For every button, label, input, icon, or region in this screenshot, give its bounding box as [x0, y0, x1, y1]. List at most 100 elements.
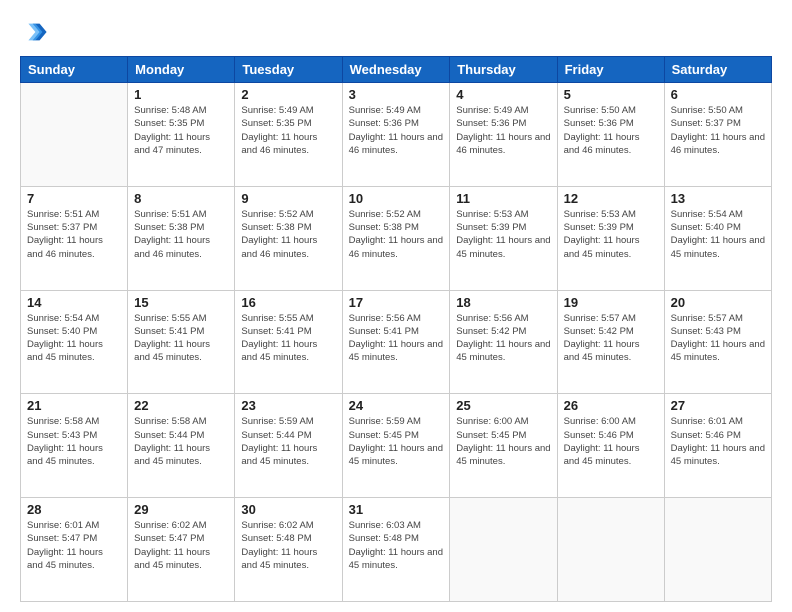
calendar-cell: 5 Sunrise: 5:50 AMSunset: 5:36 PMDayligh…	[557, 83, 664, 187]
day-number: 27	[671, 398, 765, 413]
calendar-cell: 24 Sunrise: 5:59 AMSunset: 5:45 PMDaylig…	[342, 394, 450, 498]
calendar-table: SundayMondayTuesdayWednesdayThursdayFrid…	[20, 56, 772, 602]
logo	[20, 18, 52, 46]
logo-icon	[20, 18, 48, 46]
calendar-cell	[21, 83, 128, 187]
day-number: 6	[671, 87, 765, 102]
day-number: 12	[564, 191, 658, 206]
calendar-cell: 10 Sunrise: 5:52 AMSunset: 5:38 PMDaylig…	[342, 186, 450, 290]
calendar-cell: 15 Sunrise: 5:55 AMSunset: 5:41 PMDaylig…	[128, 290, 235, 394]
calendar-cell	[450, 498, 557, 602]
col-header-monday: Monday	[128, 57, 235, 83]
day-number: 26	[564, 398, 658, 413]
calendar-week-5: 28 Sunrise: 6:01 AMSunset: 5:47 PMDaylig…	[21, 498, 772, 602]
calendar-cell: 26 Sunrise: 6:00 AMSunset: 5:46 PMDaylig…	[557, 394, 664, 498]
day-detail: Sunrise: 5:57 AMSunset: 5:42 PMDaylight:…	[564, 313, 640, 364]
calendar-cell: 7 Sunrise: 5:51 AMSunset: 5:37 PMDayligh…	[21, 186, 128, 290]
day-number: 5	[564, 87, 658, 102]
day-detail: Sunrise: 6:00 AMSunset: 5:45 PMDaylight:…	[456, 416, 550, 467]
col-header-wednesday: Wednesday	[342, 57, 450, 83]
calendar-cell: 21 Sunrise: 5:58 AMSunset: 5:43 PMDaylig…	[21, 394, 128, 498]
col-header-sunday: Sunday	[21, 57, 128, 83]
calendar-cell: 31 Sunrise: 6:03 AMSunset: 5:48 PMDaylig…	[342, 498, 450, 602]
calendar-cell: 23 Sunrise: 5:59 AMSunset: 5:44 PMDaylig…	[235, 394, 342, 498]
day-detail: Sunrise: 5:54 AMSunset: 5:40 PMDaylight:…	[27, 313, 103, 364]
calendar-week-3: 14 Sunrise: 5:54 AMSunset: 5:40 PMDaylig…	[21, 290, 772, 394]
day-number: 25	[456, 398, 550, 413]
day-number: 1	[134, 87, 228, 102]
day-detail: Sunrise: 5:48 AMSunset: 5:35 PMDaylight:…	[134, 105, 210, 156]
day-number: 17	[349, 295, 444, 310]
calendar-cell: 17 Sunrise: 5:56 AMSunset: 5:41 PMDaylig…	[342, 290, 450, 394]
calendar-week-2: 7 Sunrise: 5:51 AMSunset: 5:37 PMDayligh…	[21, 186, 772, 290]
day-detail: Sunrise: 5:56 AMSunset: 5:41 PMDaylight:…	[349, 313, 443, 364]
day-number: 10	[349, 191, 444, 206]
day-detail: Sunrise: 6:03 AMSunset: 5:48 PMDaylight:…	[349, 520, 443, 571]
day-detail: Sunrise: 5:52 AMSunset: 5:38 PMDaylight:…	[241, 209, 317, 260]
day-number: 30	[241, 502, 335, 517]
day-detail: Sunrise: 5:56 AMSunset: 5:42 PMDaylight:…	[456, 313, 550, 364]
col-header-thursday: Thursday	[450, 57, 557, 83]
day-detail: Sunrise: 6:00 AMSunset: 5:46 PMDaylight:…	[564, 416, 640, 467]
day-detail: Sunrise: 5:57 AMSunset: 5:43 PMDaylight:…	[671, 313, 765, 364]
day-detail: Sunrise: 5:49 AMSunset: 5:35 PMDaylight:…	[241, 105, 317, 156]
day-detail: Sunrise: 6:01 AMSunset: 5:47 PMDaylight:…	[27, 520, 103, 571]
day-number: 11	[456, 191, 550, 206]
calendar-cell: 18 Sunrise: 5:56 AMSunset: 5:42 PMDaylig…	[450, 290, 557, 394]
day-number: 20	[671, 295, 765, 310]
day-number: 7	[27, 191, 121, 206]
day-number: 4	[456, 87, 550, 102]
day-number: 23	[241, 398, 335, 413]
day-number: 21	[27, 398, 121, 413]
calendar-cell: 8 Sunrise: 5:51 AMSunset: 5:38 PMDayligh…	[128, 186, 235, 290]
day-detail: Sunrise: 5:49 AMSunset: 5:36 PMDaylight:…	[456, 105, 550, 156]
calendar-cell: 4 Sunrise: 5:49 AMSunset: 5:36 PMDayligh…	[450, 83, 557, 187]
calendar-cell: 19 Sunrise: 5:57 AMSunset: 5:42 PMDaylig…	[557, 290, 664, 394]
day-detail: Sunrise: 5:50 AMSunset: 5:36 PMDaylight:…	[564, 105, 640, 156]
day-detail: Sunrise: 5:55 AMSunset: 5:41 PMDaylight:…	[241, 313, 317, 364]
day-detail: Sunrise: 5:58 AMSunset: 5:43 PMDaylight:…	[27, 416, 103, 467]
day-number: 31	[349, 502, 444, 517]
calendar-cell: 9 Sunrise: 5:52 AMSunset: 5:38 PMDayligh…	[235, 186, 342, 290]
calendar-cell: 22 Sunrise: 5:58 AMSunset: 5:44 PMDaylig…	[128, 394, 235, 498]
day-number: 18	[456, 295, 550, 310]
calendar-cell: 25 Sunrise: 6:00 AMSunset: 5:45 PMDaylig…	[450, 394, 557, 498]
day-detail: Sunrise: 5:53 AMSunset: 5:39 PMDaylight:…	[564, 209, 640, 260]
day-number: 2	[241, 87, 335, 102]
page: SundayMondayTuesdayWednesdayThursdayFrid…	[0, 0, 792, 612]
day-number: 29	[134, 502, 228, 517]
calendar-week-1: 1 Sunrise: 5:48 AMSunset: 5:35 PMDayligh…	[21, 83, 772, 187]
calendar-cell: 1 Sunrise: 5:48 AMSunset: 5:35 PMDayligh…	[128, 83, 235, 187]
day-number: 3	[349, 87, 444, 102]
calendar-cell: 13 Sunrise: 5:54 AMSunset: 5:40 PMDaylig…	[664, 186, 771, 290]
calendar-cell: 29 Sunrise: 6:02 AMSunset: 5:47 PMDaylig…	[128, 498, 235, 602]
calendar-cell: 12 Sunrise: 5:53 AMSunset: 5:39 PMDaylig…	[557, 186, 664, 290]
day-detail: Sunrise: 5:52 AMSunset: 5:38 PMDaylight:…	[349, 209, 443, 260]
calendar-cell: 28 Sunrise: 6:01 AMSunset: 5:47 PMDaylig…	[21, 498, 128, 602]
day-detail: Sunrise: 5:49 AMSunset: 5:36 PMDaylight:…	[349, 105, 443, 156]
calendar-week-4: 21 Sunrise: 5:58 AMSunset: 5:43 PMDaylig…	[21, 394, 772, 498]
day-detail: Sunrise: 5:51 AMSunset: 5:37 PMDaylight:…	[27, 209, 103, 260]
day-detail: Sunrise: 6:02 AMSunset: 5:48 PMDaylight:…	[241, 520, 317, 571]
calendar-cell: 30 Sunrise: 6:02 AMSunset: 5:48 PMDaylig…	[235, 498, 342, 602]
calendar-cell: 20 Sunrise: 5:57 AMSunset: 5:43 PMDaylig…	[664, 290, 771, 394]
day-detail: Sunrise: 6:02 AMSunset: 5:47 PMDaylight:…	[134, 520, 210, 571]
day-detail: Sunrise: 5:54 AMSunset: 5:40 PMDaylight:…	[671, 209, 765, 260]
day-number: 13	[671, 191, 765, 206]
header	[20, 18, 772, 46]
day-detail: Sunrise: 5:53 AMSunset: 5:39 PMDaylight:…	[456, 209, 550, 260]
calendar-cell: 2 Sunrise: 5:49 AMSunset: 5:35 PMDayligh…	[235, 83, 342, 187]
calendar-cell	[557, 498, 664, 602]
calendar-cell: 16 Sunrise: 5:55 AMSunset: 5:41 PMDaylig…	[235, 290, 342, 394]
day-number: 15	[134, 295, 228, 310]
day-number: 22	[134, 398, 228, 413]
calendar-cell	[664, 498, 771, 602]
calendar-cell: 11 Sunrise: 5:53 AMSunset: 5:39 PMDaylig…	[450, 186, 557, 290]
day-number: 16	[241, 295, 335, 310]
day-number: 9	[241, 191, 335, 206]
col-header-saturday: Saturday	[664, 57, 771, 83]
calendar-cell: 27 Sunrise: 6:01 AMSunset: 5:46 PMDaylig…	[664, 394, 771, 498]
day-detail: Sunrise: 5:59 AMSunset: 5:44 PMDaylight:…	[241, 416, 317, 467]
day-number: 28	[27, 502, 121, 517]
day-detail: Sunrise: 6:01 AMSunset: 5:46 PMDaylight:…	[671, 416, 765, 467]
